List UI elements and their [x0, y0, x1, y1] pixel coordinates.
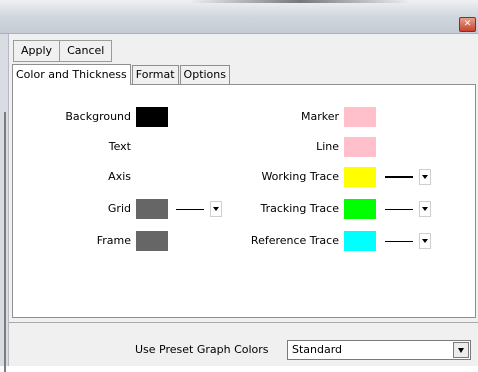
apply-button[interactable]: Apply — [13, 40, 61, 62]
preset-colors-select[interactable]: Standard — [287, 340, 471, 360]
line-style-preview — [176, 208, 204, 210]
color-thickness-panel: Background Text Axis Grid Frame Marker L… — [12, 84, 476, 318]
axis-color-swatch[interactable] — [136, 167, 168, 187]
reference-trace-line-style-dropdown[interactable] — [381, 231, 431, 251]
left-window-frame — [0, 34, 9, 372]
close-button[interactable]: ✕ — [459, 17, 476, 32]
line-style-preview — [385, 176, 413, 178]
line-style-preview — [385, 208, 413, 210]
preset-colors-label: Use Preset Graph Colors — [135, 343, 269, 356]
line-color-swatch[interactable] — [344, 137, 376, 157]
text-color-swatch[interactable] — [136, 137, 168, 157]
working-trace-line-style-dropdown[interactable] — [381, 167, 431, 187]
marker-color-swatch[interactable] — [344, 107, 376, 127]
tab-strip: Color and Thickness Format Options — [12, 64, 231, 85]
chevron-down-icon — [458, 347, 464, 353]
tracking-trace-label: Tracking Trace — [260, 202, 339, 215]
frame-color-swatch[interactable] — [136, 231, 168, 251]
dropdown-arrow[interactable] — [419, 169, 431, 185]
tab-options[interactable]: Options — [179, 65, 230, 84]
background-color-swatch[interactable] — [136, 107, 168, 127]
title-bar: ✕ — [0, 0, 478, 34]
grid-label: Grid — [107, 202, 131, 215]
dialog-client-area: Apply Cancel Color and Thickness Format … — [9, 34, 478, 366]
working-trace-color-swatch[interactable] — [344, 167, 376, 187]
reference-trace-color-swatch[interactable] — [344, 231, 376, 251]
marker-label: Marker — [300, 110, 339, 123]
tab-format[interactable]: Format — [131, 65, 179, 84]
toolbar: Apply Cancel — [13, 40, 113, 62]
background-label: Background — [65, 110, 131, 123]
frame-shadow — [4, 112, 6, 372]
line-label: Line — [316, 140, 339, 153]
close-icon: ✕ — [463, 19, 472, 29]
dropdown-arrow[interactable] — [210, 201, 222, 217]
tab-color-and-thickness[interactable]: Color and Thickness — [12, 64, 131, 85]
axis-label: Axis — [108, 170, 131, 183]
title-bar-highlight — [190, 0, 410, 3]
dropdown-arrow[interactable] — [419, 201, 431, 217]
frame-label: Frame — [96, 234, 131, 247]
dropdown-arrow[interactable] — [419, 233, 431, 249]
preset-colors-value: Standard — [292, 343, 343, 356]
tracking-trace-color-swatch[interactable] — [344, 199, 376, 219]
working-trace-label: Working Trace — [261, 170, 339, 183]
preset-dropdown-button[interactable] — [453, 342, 469, 358]
chevron-down-icon — [422, 207, 428, 211]
line-style-preview — [385, 240, 413, 242]
cancel-button[interactable]: Cancel — [59, 40, 113, 62]
chevron-down-icon — [213, 207, 219, 211]
bottom-divider — [9, 322, 478, 323]
chevron-down-icon — [422, 239, 428, 243]
grid-line-style-dropdown[interactable] — [172, 199, 222, 219]
chevron-down-icon — [422, 175, 428, 179]
text-label: Text — [108, 140, 131, 153]
reference-trace-label: Reference Trace — [250, 234, 339, 247]
tracking-trace-line-style-dropdown[interactable] — [381, 199, 431, 219]
grid-color-swatch[interactable] — [136, 199, 168, 219]
